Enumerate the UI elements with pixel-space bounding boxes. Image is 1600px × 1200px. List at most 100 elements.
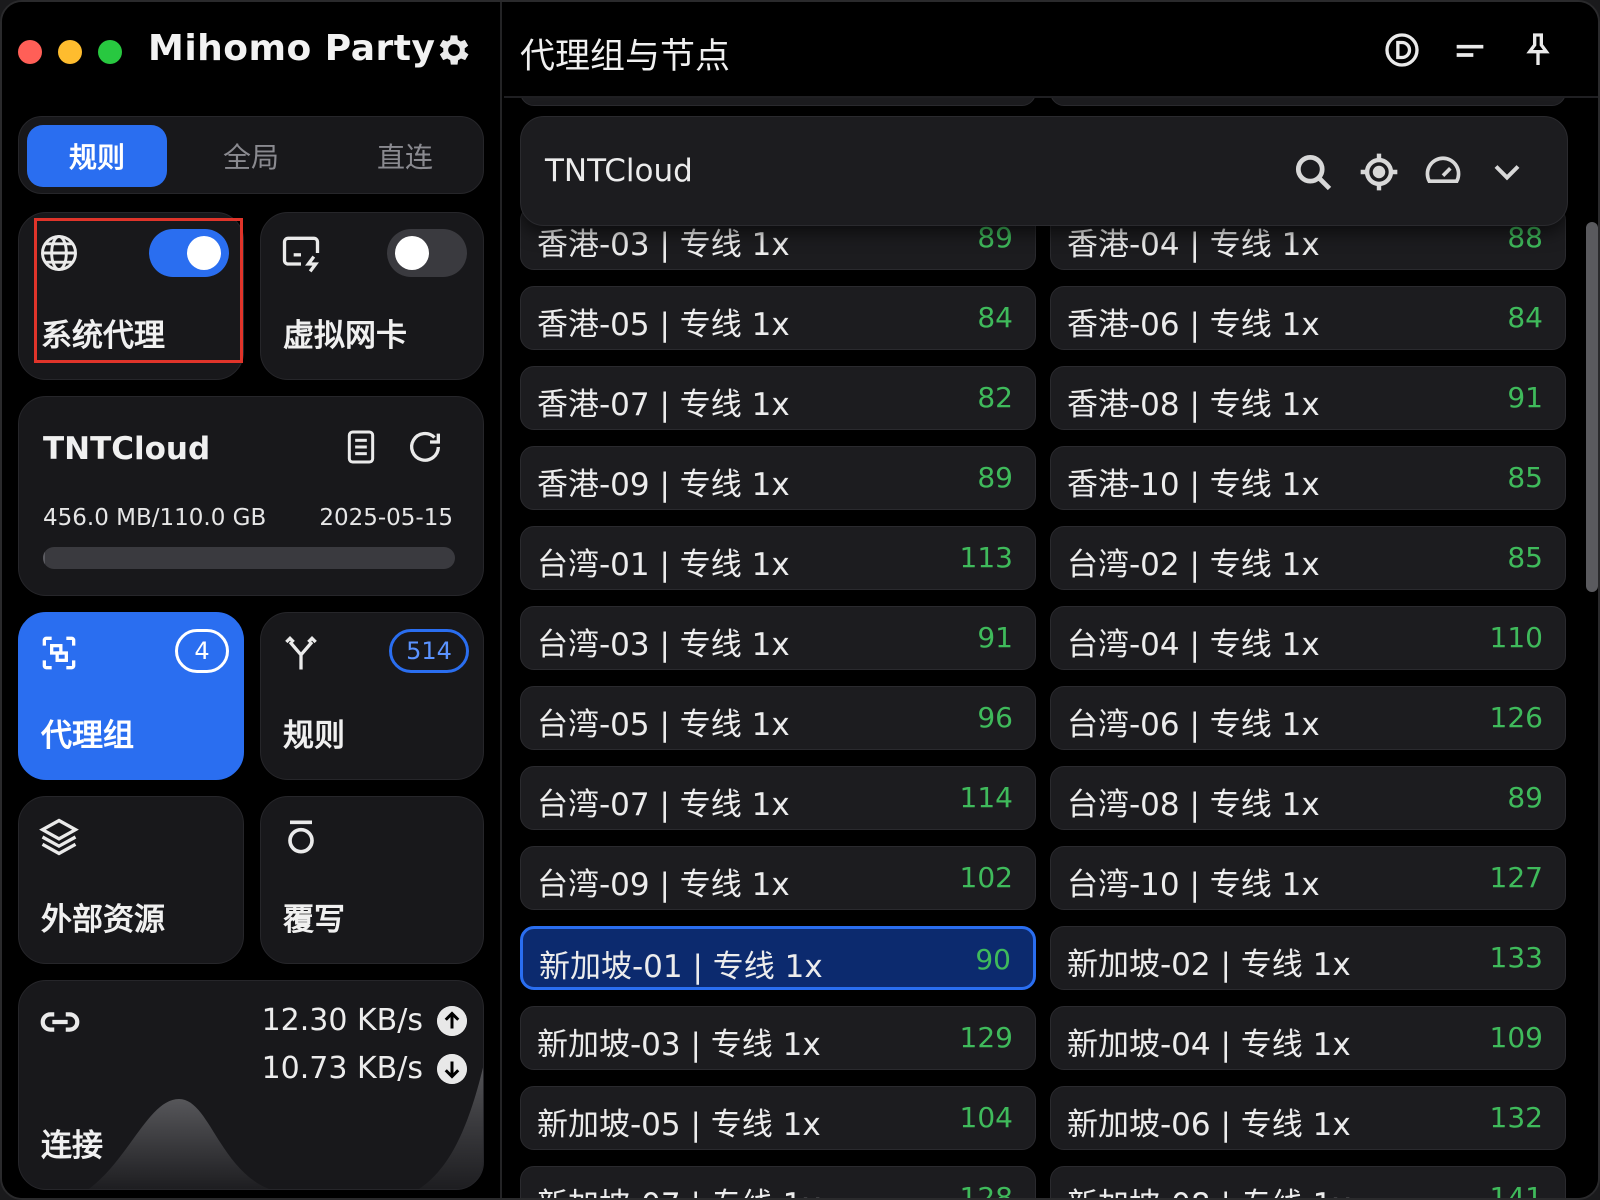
node-delay[interactable]: 91	[977, 621, 1013, 654]
nav-resources[interactable]: 外部资源	[18, 796, 244, 964]
gear-icon[interactable]	[434, 30, 474, 70]
node-name: 新加坡-04 | 专线 1x	[1067, 1027, 1351, 1063]
node-name: 新加坡-03 | 专线 1x	[537, 1027, 821, 1063]
node-name: 香港-07 | 专线 1x	[537, 387, 790, 423]
node-delay[interactable]: 82	[977, 381, 1013, 414]
node-item[interactable]: 台湾-09 | 专线 1x 102	[520, 846, 1036, 910]
tun-icon	[282, 236, 320, 273]
node-delay[interactable]: 84	[977, 301, 1013, 334]
node-item[interactable]: 新加坡-03 | 专线 1x 129	[520, 1006, 1036, 1070]
node-item-selected[interactable]: 新加坡-01 | 专线 1x 90	[520, 926, 1036, 990]
node-item[interactable]: 新加坡-06 | 专线 1x 132	[1050, 1086, 1566, 1150]
node-delay[interactable]: 113	[960, 541, 1013, 574]
virtual-nic-card[interactable]: 虚拟网卡	[260, 212, 484, 380]
node-name: 香港-06 | 专线 1x	[1067, 307, 1320, 343]
node-delay[interactable]: 128	[960, 1181, 1013, 1198]
d-circle-icon[interactable]	[1382, 30, 1422, 70]
node-delay[interactable]: 91	[1507, 381, 1543, 414]
node-item[interactable]: 新加坡-02 | 专线 1x 133	[1050, 926, 1566, 990]
proxy-group-header[interactable]: TNTCloud	[520, 116, 1568, 226]
node-name: 台湾-07 | 专线 1x	[537, 787, 790, 823]
node-item[interactable]: 台湾-06 | 专线 1x 126	[1050, 686, 1566, 750]
upload-speed: 12.30 KB/s	[262, 1003, 467, 1038]
node-grid: 香港-03 | 专线 1x 89 香港-04 | 专线 1x 88 香港-05 | 专线…	[520, 98, 1566, 1198]
search-icon[interactable]	[1291, 150, 1335, 194]
node-delay[interactable]: 102	[960, 861, 1013, 894]
node-delay[interactable]: 109	[1490, 1021, 1543, 1054]
node-item[interactable]: 新加坡-04 | 专线 1x 109	[1050, 1006, 1566, 1070]
tab-rule-mode[interactable]: 规则	[27, 125, 167, 187]
node-delay[interactable]: 89	[1507, 781, 1543, 814]
proxy-group-count-badge: 4	[175, 629, 229, 673]
node-item[interactable]: 台湾-07 | 专线 1x 114	[520, 766, 1036, 830]
node-item[interactable]: 台湾-03 | 专线 1x 91	[520, 606, 1036, 670]
node-name: 新加坡-06 | 专线 1x	[1067, 1107, 1351, 1143]
node-item[interactable]: 台湾-08 | 专线 1x 89	[1050, 766, 1566, 830]
node-delay[interactable]: 96	[977, 701, 1013, 734]
node-delay[interactable]: 126	[1490, 701, 1543, 734]
profile-card[interactable]: TNTCloud 456.0 MB/110.0 GB 2025-05-15	[18, 396, 484, 596]
node-item[interactable]: 香港-10 | 专线 1x 85	[1050, 446, 1566, 510]
node-name: 新加坡-08 | 专线 1x	[1067, 1179, 1351, 1198]
menu-lines-icon[interactable]	[1450, 30, 1490, 70]
node-item[interactable]: 新加坡-07 | 专线 1x 128	[520, 1166, 1036, 1198]
nav-proxy-groups[interactable]: 4 代理组	[18, 612, 244, 780]
node-name: 台湾-04 | 专线 1x	[1067, 627, 1320, 663]
nav-connections[interactable]: 12.30 KB/s 10.73 KB/s 连接	[18, 980, 484, 1190]
tab-global-mode[interactable]: 全局	[181, 125, 321, 187]
node-name: 新加坡-05 | 专线 1x	[537, 1107, 821, 1143]
node-item[interactable]: 香港-05 | 专线 1x 84	[520, 286, 1036, 350]
mode-tabs: 规则 全局 直连	[18, 116, 484, 194]
node-delay[interactable]: 89	[977, 461, 1013, 494]
node-delay[interactable]: 127	[1490, 861, 1543, 894]
node-item[interactable]: 香港-07 | 专线 1x 82	[520, 366, 1036, 430]
node-item[interactable]: 台湾-02 | 专线 1x 85	[1050, 526, 1566, 590]
node-delay[interactable]: 85	[1507, 541, 1543, 574]
app-title: Mihomo Party	[148, 28, 436, 69]
node-item[interactable]: 新加坡-08 | 专线 1x 141	[1050, 1166, 1566, 1198]
maximize-window-button[interactable]	[98, 40, 122, 64]
chevron-down-icon[interactable]	[1485, 150, 1529, 194]
node-delay[interactable]: 129	[960, 1021, 1013, 1054]
node-item-partial[interactable]	[1050, 98, 1566, 106]
locate-icon[interactable]	[1357, 150, 1401, 194]
node-item[interactable]: 台湾-05 | 专线 1x 96	[520, 686, 1036, 750]
node-name: 香港-05 | 专线 1x	[537, 307, 790, 343]
refresh-icon[interactable]	[405, 427, 445, 467]
node-item[interactable]: 台湾-04 | 专线 1x 110	[1050, 606, 1566, 670]
arrow-up-icon	[437, 1005, 467, 1036]
node-item[interactable]: 香港-09 | 专线 1x 89	[520, 446, 1036, 510]
node-delay[interactable]: 104	[960, 1101, 1013, 1134]
nav-override[interactable]: 覆写	[260, 796, 484, 964]
node-item[interactable]: 新加坡-05 | 专线 1x 104	[520, 1086, 1036, 1150]
speedometer-icon[interactable]	[1421, 150, 1465, 194]
node-delay[interactable]: 114	[960, 781, 1013, 814]
nav-rules[interactable]: 514 规则	[260, 612, 484, 780]
main-header: 代理组与节点	[504, 2, 1598, 98]
node-delay[interactable]: 84	[1507, 301, 1543, 334]
virtual-nic-toggle[interactable]	[387, 229, 467, 277]
node-name: 香港-10 | 专线 1x	[1067, 467, 1320, 503]
scrollbar[interactable]	[1586, 222, 1598, 592]
node-item[interactable]: 台湾-01 | 专线 1x 113	[520, 526, 1036, 590]
nav-rules-label: 规则	[283, 718, 345, 754]
document-icon[interactable]	[341, 427, 381, 467]
nav-resources-label: 外部资源	[41, 902, 165, 938]
node-item[interactable]: 台湾-10 | 专线 1x 127	[1050, 846, 1566, 910]
node-item-partial[interactable]	[520, 98, 1036, 106]
node-delay[interactable]: 141	[1490, 1181, 1543, 1198]
node-item[interactable]: 香港-08 | 专线 1x 91	[1050, 366, 1566, 430]
node-delay[interactable]: 110	[1490, 621, 1543, 654]
page-title: 代理组与节点	[520, 37, 731, 77]
node-name: 台湾-06 | 专线 1x	[1067, 707, 1320, 743]
minimize-window-button[interactable]	[58, 40, 82, 64]
highlight-annotation	[34, 218, 243, 363]
node-delay[interactable]: 85	[1507, 461, 1543, 494]
close-window-button[interactable]	[18, 40, 42, 64]
node-item[interactable]: 香港-06 | 专线 1x 84	[1050, 286, 1566, 350]
node-delay[interactable]: 132	[1490, 1101, 1543, 1134]
node-delay[interactable]: 90	[975, 943, 1011, 976]
pin-icon[interactable]	[1518, 30, 1558, 70]
node-delay[interactable]: 133	[1490, 941, 1543, 974]
tab-direct-mode[interactable]: 直连	[335, 125, 475, 187]
